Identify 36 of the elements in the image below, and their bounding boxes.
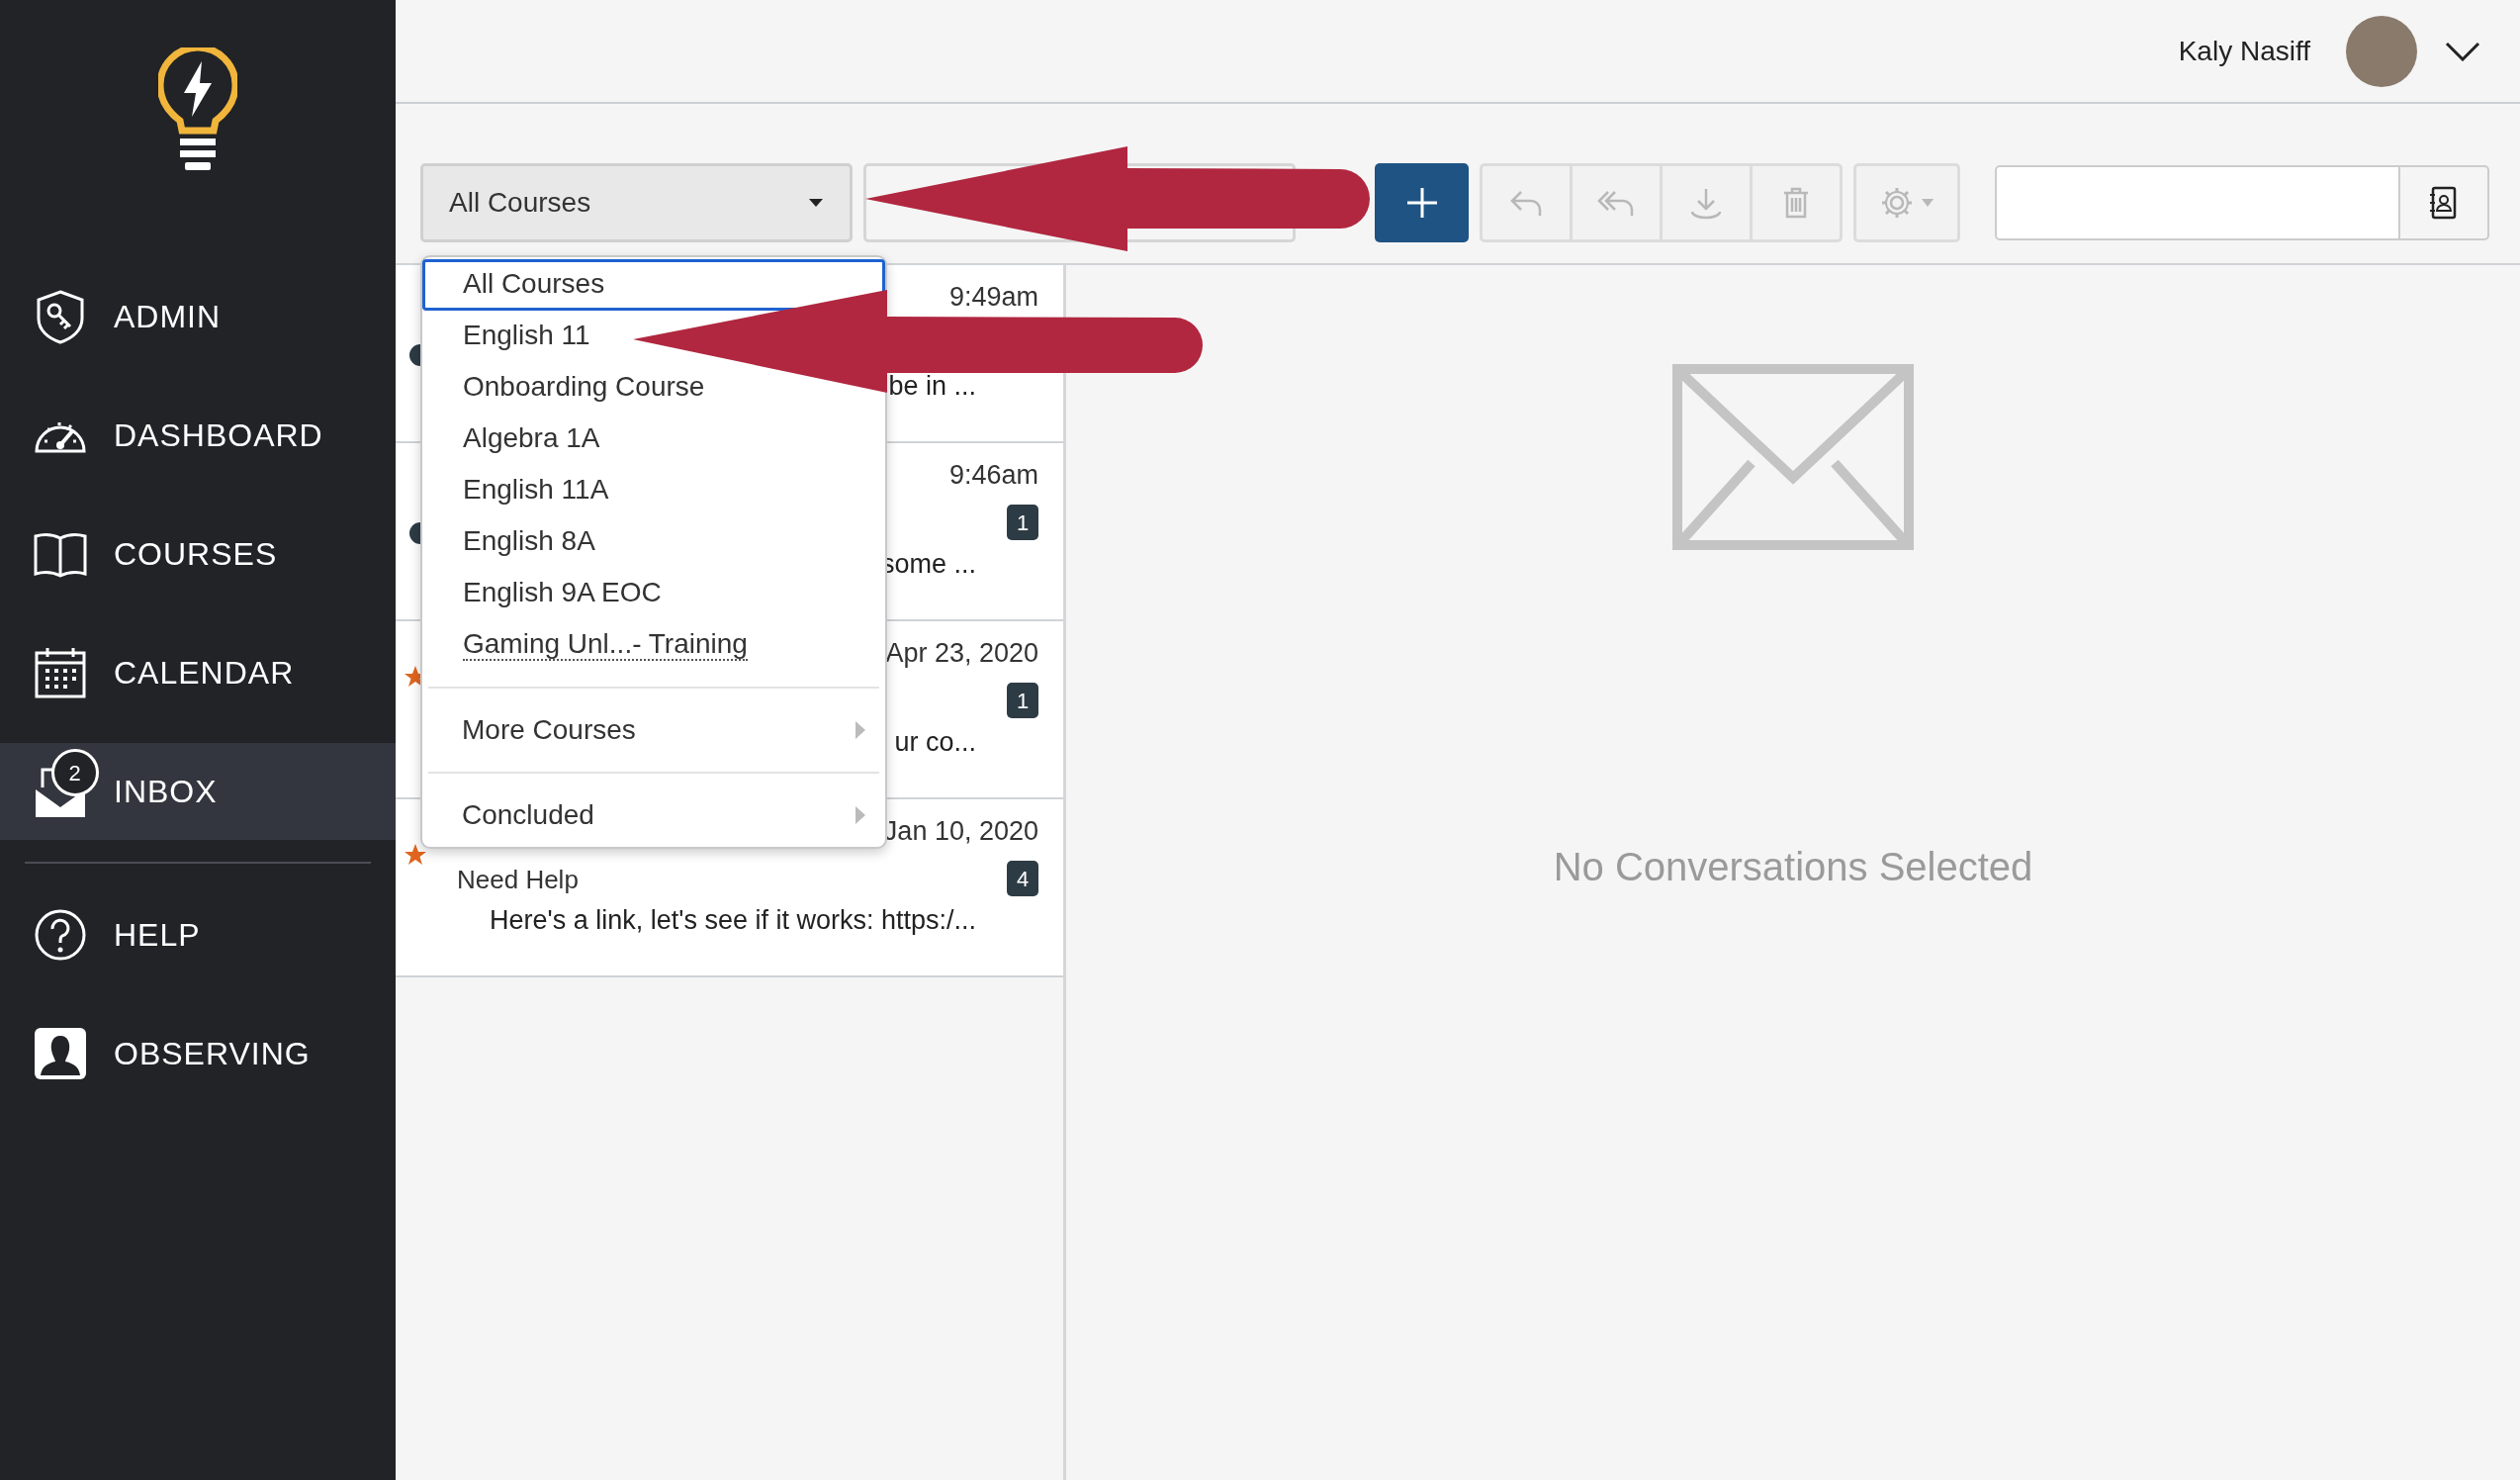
course-filter-select[interactable]: All Courses bbox=[420, 162, 853, 242]
course-menu-item[interactable]: Algebra 1A bbox=[422, 414, 885, 465]
unread-count-badge: 2 bbox=[51, 749, 99, 796]
sidebar-nav-item[interactable]: DASHBOARD bbox=[0, 387, 396, 484]
nav-label: INBOX bbox=[114, 773, 218, 811]
nav-label: OBSERVING bbox=[114, 1035, 311, 1073]
nav-label: COURSES bbox=[114, 535, 278, 574]
conversation-subject: Need Help bbox=[457, 864, 580, 896]
sidebar-nav-item[interactable]: HELP bbox=[0, 886, 396, 983]
sidebar-nav-item[interactable]: CALENDAR bbox=[0, 624, 396, 721]
nav-label: HELP bbox=[114, 916, 201, 955]
nav-label: DASHBOARD bbox=[114, 416, 323, 455]
sidebar-nav-item[interactable]: OBSERVING bbox=[0, 1005, 396, 1102]
conversation-preview: ur co... bbox=[894, 726, 976, 759]
sidebar-nav-item[interactable]: COURSES bbox=[0, 506, 396, 602]
conversation-date: 9:46am bbox=[948, 461, 1038, 492]
course-submenu-item[interactable]: Concluded bbox=[422, 789, 885, 841]
conversation-preview: be in ... bbox=[888, 370, 976, 403]
sidebar-nav-item[interactable]: INBOX 2 bbox=[0, 743, 396, 840]
user-name[interactable]: Kaly Nasiff bbox=[2178, 30, 2310, 72]
conversation-date: Jan 10, 2020 bbox=[883, 817, 1038, 848]
sidebar-nav-item[interactable]: ADMIN bbox=[0, 268, 396, 365]
message-count: 4 bbox=[1007, 861, 1038, 896]
message-count: 1 bbox=[1007, 505, 1038, 540]
nav-label: ADMIN bbox=[114, 298, 222, 336]
conversation-preview: Here's a link, let's see if it works: https:/... bbox=[490, 904, 976, 937]
course-menu-item[interactable]: English 9A EOC bbox=[422, 568, 885, 619]
course-menu-item[interactable]: English 11A bbox=[422, 465, 885, 516]
message-count: 1 bbox=[1007, 683, 1038, 718]
empty-state-message: No Conversations Selected bbox=[1553, 844, 2033, 890]
course-menu-item[interactable]: Gaming Unl...- Training bbox=[422, 619, 885, 671]
conversation-date: 9:49am bbox=[948, 283, 1038, 314]
nav-label: CALENDAR bbox=[114, 654, 295, 693]
conversation-date: Apr 23, 2020 bbox=[885, 639, 1038, 670]
course-submenu-item[interactable]: More Courses bbox=[422, 704, 885, 756]
course-menu-item[interactable]: English 8A bbox=[422, 516, 885, 568]
